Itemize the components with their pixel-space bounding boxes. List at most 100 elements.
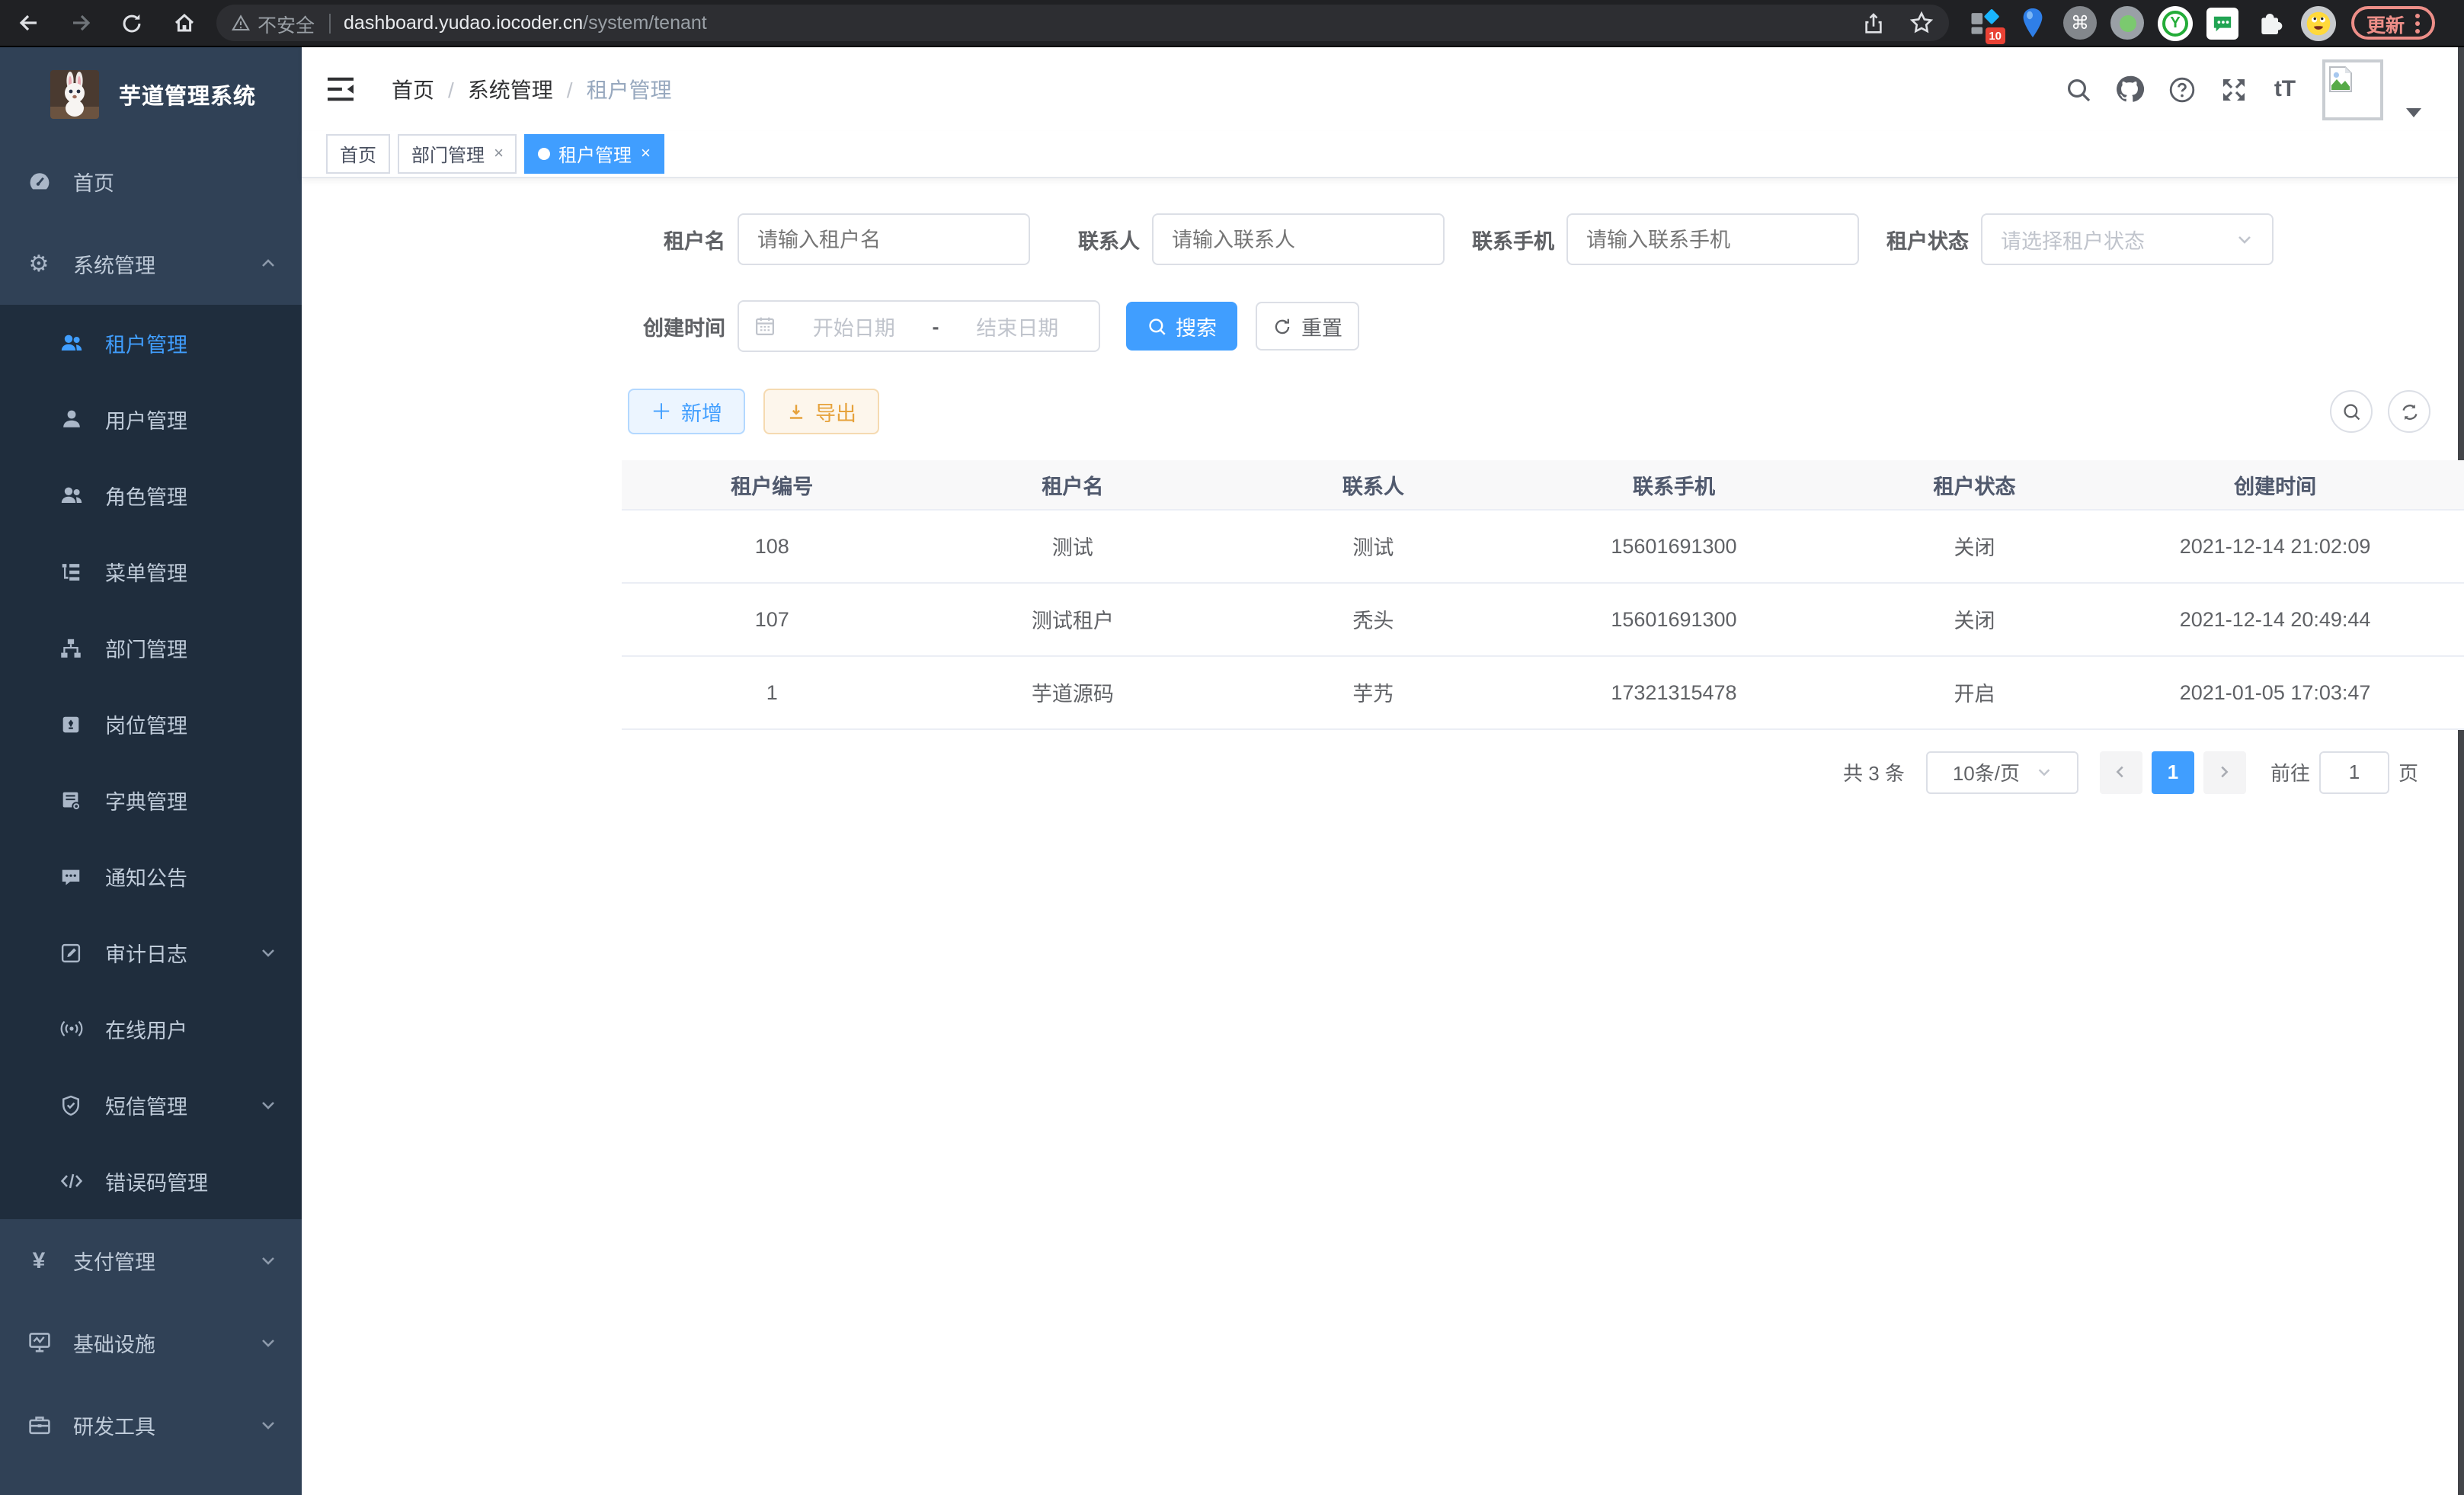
refresh-table-button[interactable] bbox=[2388, 390, 2430, 433]
sidebar-collapse-icon[interactable] bbox=[326, 76, 355, 102]
export-label: 导出 bbox=[815, 396, 856, 427]
avatar[interactable] bbox=[2322, 59, 2383, 120]
extension-chat-icon[interactable] bbox=[2206, 7, 2238, 39]
start-date-placeholder[interactable]: 开始日期 bbox=[788, 311, 920, 341]
sidebar-item-devtools[interactable]: 研发工具 bbox=[0, 1384, 302, 1466]
show-search-toggle-button[interactable] bbox=[2330, 390, 2373, 433]
dictionary-icon bbox=[58, 789, 84, 812]
add-button[interactable]: ＋ 新增 bbox=[628, 389, 745, 434]
breadcrumb: 首页 / 系统管理 / 租户管理 bbox=[392, 74, 672, 104]
sidebar-item-sms[interactable]: 短信管理 bbox=[0, 1067, 302, 1143]
sidebar-item-label: 租户管理 bbox=[105, 328, 187, 358]
share-icon[interactable] bbox=[1861, 10, 1886, 36]
tab-home[interactable]: 首页 bbox=[326, 134, 390, 174]
menu-tree-icon bbox=[58, 560, 84, 583]
col-mobile: 联系手机 bbox=[1524, 460, 1825, 509]
contact-input[interactable] bbox=[1152, 213, 1445, 265]
sidebar-item-dept[interactable]: 部门管理 bbox=[0, 610, 302, 686]
chevron-down-icon bbox=[259, 1416, 277, 1434]
online-signal-icon bbox=[58, 1016, 84, 1041]
sidebar-item-label: 部门管理 bbox=[105, 632, 187, 663]
help-icon[interactable] bbox=[2167, 75, 2196, 104]
table-row: 107 测试租户 秃头 15601691300 关闭 2021-12-14 20… bbox=[622, 582, 2464, 655]
sidebar-item-audit-log[interactable]: 审计日志 bbox=[0, 914, 302, 991]
col-contact: 联系人 bbox=[1223, 460, 1524, 509]
forward-icon[interactable] bbox=[67, 10, 93, 36]
search-icon[interactable] bbox=[2063, 75, 2092, 104]
tab-dept[interactable]: 部门管理 × bbox=[398, 134, 517, 174]
sidebar-item-user[interactable]: 用户管理 bbox=[0, 381, 302, 457]
extension-command-icon[interactable]: ⌘ bbox=[2063, 6, 2097, 40]
close-icon[interactable]: × bbox=[641, 145, 651, 163]
update-label: 更新 bbox=[2366, 8, 2405, 37]
bookmark-star-icon[interactable] bbox=[1908, 10, 1934, 36]
cell-contact: 秃头 bbox=[1223, 582, 1524, 655]
font-size-icon[interactable]: tT bbox=[2270, 75, 2299, 104]
sidebar-item-dict[interactable]: 字典管理 bbox=[0, 762, 302, 838]
export-button[interactable]: 导出 bbox=[763, 389, 879, 434]
prev-page-button[interactable] bbox=[2100, 751, 2142, 793]
breadcrumb-system[interactable]: 系统管理 bbox=[468, 74, 553, 104]
shield-icon bbox=[58, 1093, 84, 1116]
chevron-down-icon bbox=[259, 1096, 277, 1114]
not-secure-badge[interactable]: 不安全 bbox=[232, 8, 315, 37]
end-date-placeholder[interactable]: 结束日期 bbox=[952, 311, 1084, 341]
reset-button[interactable]: 重置 bbox=[1256, 302, 1359, 351]
sidebar-item-role[interactable]: 角色管理 bbox=[0, 457, 302, 533]
extension-emoji-icon[interactable] bbox=[2301, 5, 2336, 40]
sidebar-item-label: 用户管理 bbox=[105, 404, 187, 434]
next-page-button[interactable] bbox=[2203, 751, 2246, 793]
chrome-update-button[interactable]: 更新 bbox=[2351, 6, 2435, 40]
status-select[interactable]: 请选择租户状态 bbox=[1981, 213, 2274, 265]
sidebar-item-menu[interactable]: 菜单管理 bbox=[0, 533, 302, 610]
date-range-picker[interactable]: 开始日期 - 结束日期 bbox=[738, 300, 1100, 352]
extension-pin-icon[interactable] bbox=[2014, 5, 2050, 40]
sidebar-item-tenant[interactable]: 租户管理 bbox=[0, 305, 302, 381]
avatar-caret-icon[interactable] bbox=[2406, 107, 2421, 117]
user-icon bbox=[58, 407, 84, 431]
create-time-label: 创建时间 bbox=[625, 311, 725, 341]
tab-tenant[interactable]: 租户管理 × bbox=[525, 134, 664, 174]
cell-name: 芋道源码 bbox=[923, 655, 1224, 728]
sidebar-item-label: 研发工具 bbox=[73, 1410, 155, 1440]
chevron-left-icon bbox=[2113, 764, 2130, 780]
breadcrumb-separator: / bbox=[448, 77, 454, 101]
extensions-puzzle-icon[interactable] bbox=[2252, 5, 2287, 40]
tenant-name-input[interactable] bbox=[738, 213, 1030, 265]
col-tenant-name: 租户名 bbox=[923, 460, 1224, 509]
extension-tabs-icon[interactable]: 10 bbox=[1966, 5, 2001, 40]
sidebar-item-system[interactable]: ⚙ 系统管理 bbox=[0, 222, 302, 305]
sidebar-item-infra[interactable]: 基础设施 bbox=[0, 1301, 302, 1384]
browser-menu-icon[interactable] bbox=[2415, 13, 2420, 33]
sidebar-item-notice[interactable]: 通知公告 bbox=[0, 838, 302, 914]
sidebar: 芋道管理系统 首页 ⚙ 系统管理 租户管理 用户管理 bbox=[0, 47, 302, 1495]
page-size-select[interactable]: 10条/页 bbox=[1926, 751, 2078, 793]
mobile-label: 联系手机 bbox=[1454, 224, 1554, 255]
close-icon[interactable]: × bbox=[494, 145, 504, 163]
mobile-input[interactable] bbox=[1566, 213, 1859, 265]
post-badge-icon bbox=[58, 712, 84, 735]
goto-page-input[interactable] bbox=[2319, 751, 2389, 793]
url-bar[interactable]: 不安全 dashboard.yudao.iocoder.cn/system/te… bbox=[216, 5, 1949, 41]
page-scrollbar[interactable] bbox=[2458, 47, 2464, 1495]
calendar-icon bbox=[754, 315, 776, 337]
org-chart-icon bbox=[58, 636, 84, 659]
sidebar-item-error-code[interactable]: 错误码管理 bbox=[0, 1143, 302, 1219]
cell-contact: 芋艿 bbox=[1223, 655, 1524, 728]
search-button[interactable]: 搜索 bbox=[1126, 302, 1237, 351]
back-icon[interactable] bbox=[15, 10, 41, 36]
reload-icon[interactable] bbox=[119, 10, 145, 36]
breadcrumb-home[interactable]: 首页 bbox=[392, 74, 434, 104]
tab-label: 部门管理 bbox=[411, 141, 485, 167]
sidebar-item-post[interactable]: 岗位管理 bbox=[0, 686, 302, 762]
sidebar-item-online-users[interactable]: 在线用户 bbox=[0, 991, 302, 1067]
github-icon[interactable] bbox=[2115, 75, 2144, 104]
fullscreen-icon[interactable] bbox=[2219, 75, 2248, 104]
page-number-button[interactable]: 1 bbox=[2152, 751, 2194, 793]
extension-dot-icon[interactable] bbox=[2110, 6, 2144, 40]
sidebar-item-home[interactable]: 首页 bbox=[0, 140, 302, 222]
sidebar-item-pay[interactable]: ¥ 支付管理 bbox=[0, 1219, 302, 1301]
app-logo-row[interactable]: 芋道管理系统 bbox=[0, 47, 302, 140]
extension-y-icon[interactable]: Y bbox=[2158, 5, 2193, 40]
home-icon[interactable] bbox=[171, 10, 197, 36]
